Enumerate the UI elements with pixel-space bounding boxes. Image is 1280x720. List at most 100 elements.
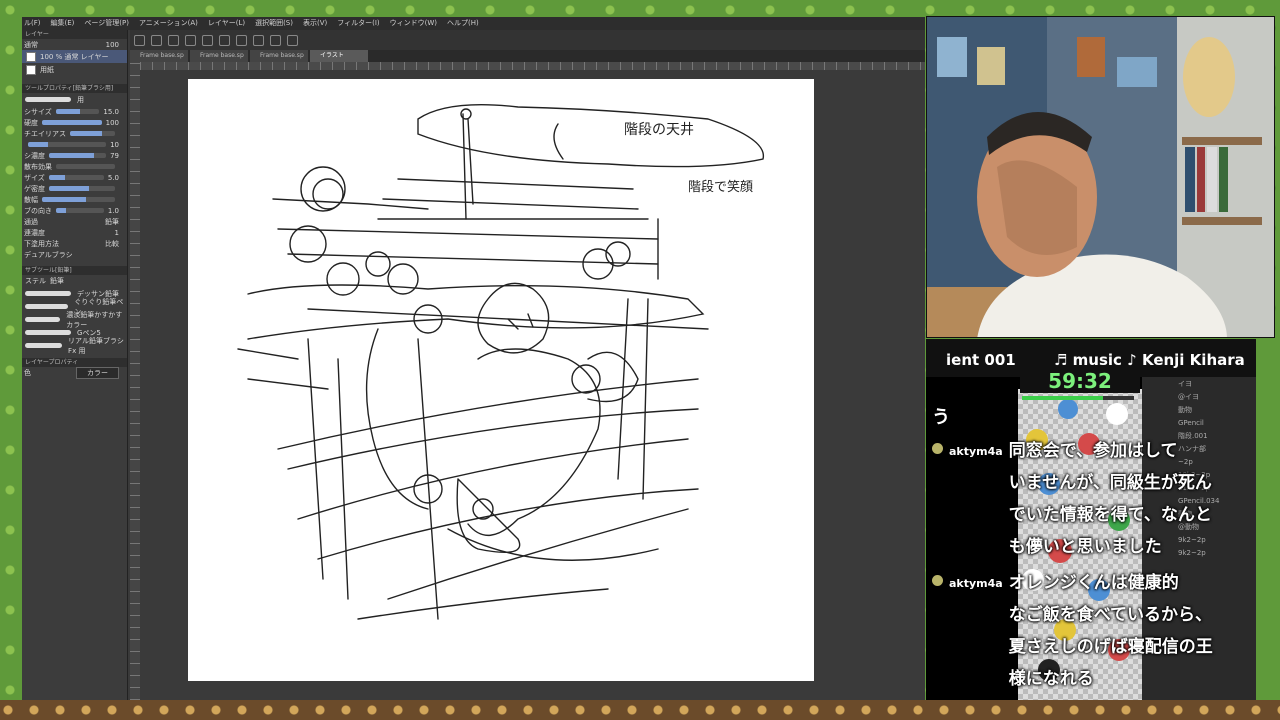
property-value: 鉛筆 [105,217,119,226]
layer-list: 100 % 通常 レイヤー用紙 [22,50,127,76]
brush-label: リアル鉛筆ブラシFx 用 [68,336,124,355]
property-label: ブの向き [24,206,52,215]
menu-item[interactable]: フィルター(I) [337,17,379,30]
chat-message: aktym4a オレンジくんは健康的 なご飯を食べているから、 夏さえしのげば寝配信の… [932,567,1248,695]
undo-icon[interactable] [185,34,196,46]
open-file-icon[interactable] [151,34,162,46]
property-label: 散幅 [24,195,38,204]
sketch-note-1: 階段の天井 [624,122,694,138]
tool-property-row[interactable]: ブの向き 1.0 [22,205,127,216]
brush-stroke-icon [25,330,71,335]
tool-property-row[interactable]: ザイズ 5.0 [22,172,127,183]
chat-text: 同窓会で、参加はして いませんが、同級生が死ん でいた情報を得て、なんと も儚いと思い… [1009,435,1229,563]
property-slider[interactable] [49,153,107,158]
tool-property-row[interactable]: 10 [22,139,127,150]
property-label: 下塗用方法 [24,239,59,248]
redo-icon[interactable] [202,34,213,46]
tool-property-row[interactable]: チエイリアス [22,128,127,139]
layer-row[interactable]: 100 % 通常 レイヤー [22,50,127,63]
tool-property-row[interactable]: 散幅 [22,194,127,205]
music-credit: ♬ music ♪ Kenji Kihara [1054,351,1245,369]
property-slider[interactable] [56,164,115,169]
select-icon[interactable] [253,34,264,46]
tool-property-row[interactable]: ゲ密度 [22,183,127,194]
property-slider[interactable] [49,186,115,191]
property-slider[interactable] [56,208,104,213]
color-row[interactable]: 色 カラー [22,366,127,379]
menu-item[interactable]: 編集(E) [51,17,75,30]
document-tab[interactable]: Frame base.sp [250,50,308,62]
slider-fill [48,175,66,180]
property-label: 硬度 [24,118,38,127]
opacity-value[interactable]: 100 [106,41,119,49]
brush-preview: 用 [22,93,127,106]
layer-thumbnail [26,64,36,75]
chat-line: オレンジくんは健康的 [1008,573,1179,593]
subtool-brush[interactable]: リアル鉛筆ブラシFx 用 [22,337,127,355]
tool-property-row[interactable]: 散布効果 [22,161,127,172]
subtool-tab[interactable]: 鉛筆 [50,275,64,287]
document-tab[interactable]: Frame base.sp [190,50,248,62]
transform-icon[interactable] [236,34,247,46]
ruler-icon[interactable] [270,34,281,46]
property-label: 通過 [24,217,38,226]
menu-bar: ル(F) 編集(E) ページ管理(P) アニメーション(A) レイヤー(L) 選択範囲(S… [22,17,925,30]
menu-item[interactable]: アニメーション(A) [139,17,198,30]
menu-item[interactable]: ヘルプ(H) [447,17,479,30]
chat-line: も儚いと思いました [1008,537,1162,557]
timer-progress [1022,396,1134,400]
webcam-image [927,17,1274,337]
color-select[interactable]: カラー [76,366,119,379]
chat-message: aktym4a 同窓会で、参加はして いませんが、同級生が死ん でいた情報を得て、なん… [932,435,1248,563]
tool-property-row[interactable]: シ濃度 79 [22,150,127,161]
user-avatar-icon [932,575,943,586]
paint-app-window: ル(F) 編集(E) ページ管理(P) アニメーション(A) レイヤー(L) 選択範囲(S… [22,17,925,700]
layer-name: 100 % 通常 レイヤー [40,52,109,61]
brush-stroke-icon [25,317,61,322]
tool-property-header: ツールプロパティ[鉛筆ブラシ用] [22,84,127,93]
tool-extra-row[interactable]: 下塗用方法 比較 [22,238,127,249]
chat-text: オレンジくんは健康的 なご飯を食べているから、 夏さえしのげば寝配信の王 様になれる [1009,567,1229,695]
menu-item[interactable]: ル(F) [24,17,41,30]
property-slider[interactable] [48,175,104,180]
document-tab[interactable]: イラスト [310,50,368,62]
chat-username: aktym4a [949,577,1003,590]
save-icon[interactable] [168,34,179,46]
property-slider[interactable] [42,120,102,125]
menu-item[interactable]: ウィンドウ(W) [390,17,437,30]
subtool-tab[interactable]: ステル [25,275,46,287]
chat-fragment: う [932,407,950,428]
property-slider[interactable] [55,109,100,114]
menu-item[interactable]: レイヤー(L) [208,17,245,30]
subtool-brush[interactable]: 濃淡鉛筆かすかす カラー [22,311,127,329]
tool-property-row[interactable]: 硬度 100 [22,117,127,128]
menu-item[interactable]: ページ管理(P) [84,17,129,30]
menu-item[interactable]: 選択範囲(S) [255,17,293,30]
blend-mode-row[interactable]: 通常 100 [22,39,127,50]
blend-mode-select[interactable]: 通常 [24,40,38,50]
property-label: デュアルブラシ [24,250,73,259]
stream-overlay: 階段.001~2pGPencil.030イヨ@イヨ動物GPencil階段.001… [926,339,1256,700]
color-label: 色 [24,368,31,377]
property-slider[interactable] [70,131,115,136]
tool-extra-row[interactable]: デュアルブラシ [22,249,127,260]
document-tab[interactable]: Frame base.sp [130,50,188,62]
subtool-header: サブツール[鉛筆] [22,266,127,275]
side-layer-item: イヨ [1178,380,1192,388]
property-value: 79 [110,151,119,160]
clear-icon[interactable] [219,34,230,46]
layer-row[interactable]: 用紙 [22,63,127,76]
new-file-icon[interactable] [134,34,145,46]
property-value: 比較 [105,239,119,248]
property-slider[interactable] [42,197,115,202]
menu-item[interactable]: 表示(V) [303,17,327,30]
drawing-canvas[interactable]: 階段の天井 階段で笑顔 [188,79,814,681]
tool-extra-row[interactable]: 通過 鉛筆 [22,216,127,227]
property-label: ゲ密度 [24,184,45,193]
pen-icon[interactable] [287,34,298,46]
tool-property-row[interactable]: シサイズ 15.0 [22,106,127,117]
property-label: 散布効果 [24,162,52,171]
property-slider[interactable] [28,142,107,147]
chat-line: 様になれる [1008,669,1094,689]
tool-extra-row[interactable]: 連濃度 1 [22,227,127,238]
